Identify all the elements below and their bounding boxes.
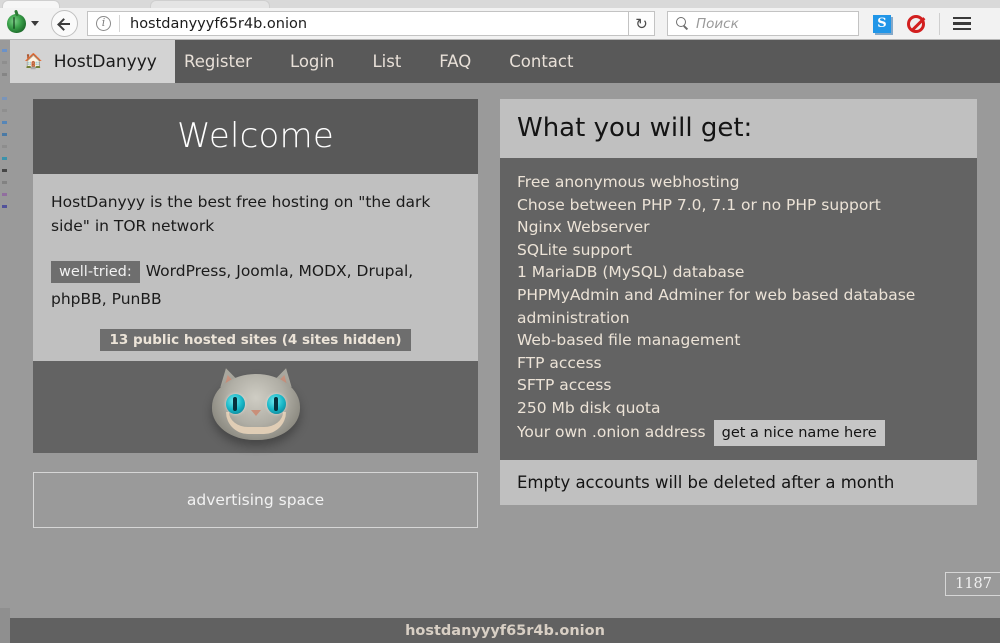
divider	[939, 13, 940, 35]
footer-edge	[0, 608, 10, 643]
nav-items: Register Login List FAQ Contact	[165, 40, 592, 83]
list-item: FTP access	[517, 352, 960, 375]
welcome-title: Welcome	[33, 99, 478, 174]
extension-icons: S	[873, 15, 925, 33]
list-item-onion-address: Your own .onion address get a nice name h…	[517, 420, 960, 447]
cheshire-cat-banner	[33, 361, 478, 453]
reload-button[interactable]: ↻	[629, 11, 655, 36]
browser-chrome: i hostdanyyyf65r4b.onion ↻ Поиск S	[0, 0, 1000, 40]
get-a-nice-name-button[interactable]: get a nice name here	[714, 420, 885, 447]
search-input[interactable]: Поиск	[696, 16, 739, 32]
url-text: hostdanyyyf65r4b.onion	[130, 16, 307, 32]
what-you-will-get-panel: What you will get: Free anonymous webhos…	[500, 99, 977, 505]
page-content: Welcome HostDanyyy is the best free host…	[10, 83, 1000, 608]
advertising-space[interactable]: advertising space	[33, 472, 478, 528]
url-bar[interactable]: i hostdanyyyf65r4b.onion	[87, 11, 629, 36]
site-footer: hostdanyyyf65r4b.onion	[10, 618, 1000, 643]
back-button[interactable]	[51, 10, 78, 37]
welcome-intro-text: HostDanyyy is the best free hosting on "…	[51, 190, 460, 238]
hamburger-menu-icon[interactable]	[953, 17, 971, 31]
status-badge[interactable]: 13 public hosted sites (4 sites hidden)	[100, 329, 410, 351]
list-item: PHPMyAdmin and Adminer for web based dat…	[517, 284, 960, 329]
brand-label: HostDanyyy	[54, 52, 157, 72]
visitor-counter-badge: 1187	[945, 572, 1000, 596]
list-item: Free anonymous webhosting	[517, 171, 960, 194]
sites-badge-wrap: 13 public hosted sites (4 sites hidden)	[51, 329, 460, 355]
list-item: SFTP access	[517, 374, 960, 397]
list-item: Chose between PHP 7.0, 7.1 or no PHP sup…	[517, 194, 960, 217]
browser-navigation-bar: i hostdanyyyf65r4b.onion ↻ Поиск S	[0, 8, 1000, 39]
nav-item-register[interactable]: Register	[165, 40, 271, 83]
page-viewport: 🏠 HostDanyyy Register Login List FAQ Con…	[0, 40, 1000, 643]
welcome-body: HostDanyyy is the best free hosting on "…	[33, 174, 478, 361]
list-item: Web-based file management	[517, 329, 960, 352]
search-icon	[676, 17, 689, 30]
home-icon: 🏠	[24, 54, 43, 69]
get-panel-body: Free anonymous webhosting Chose between …	[500, 158, 977, 460]
divider	[119, 15, 120, 32]
well-tried-label: well-tried:	[51, 261, 140, 283]
noscript-extension-icon[interactable]	[907, 15, 925, 33]
tab-strip	[0, 0, 1000, 8]
sidebar-item-hostdanyyy[interactable]: 🏠 HostDanyyy	[10, 40, 175, 83]
list-item: 250 Mb disk quota	[517, 397, 960, 420]
nav-item-contact[interactable]: Contact	[490, 40, 592, 83]
list-item: 1 MariaDB (MySQL) database	[517, 261, 960, 284]
browser-tab[interactable]	[2, 0, 60, 8]
tor-onion-menu-button[interactable]	[7, 14, 39, 33]
tor-onion-icon	[7, 14, 26, 33]
onion-address-label: Your own .onion address	[517, 423, 706, 441]
chevron-down-icon	[31, 21, 39, 26]
welcome-panel: Welcome HostDanyyy is the best free host…	[33, 99, 478, 528]
info-icon[interactable]: i	[96, 16, 111, 31]
site-navigation-bar: 🏠 HostDanyyy Register Login List FAQ Con…	[10, 40, 1000, 83]
browser-tab-active[interactable]	[150, 0, 270, 8]
nav-item-list[interactable]: List	[353, 40, 420, 83]
get-panel-title: What you will get:	[500, 99, 977, 158]
stylish-extension-icon[interactable]: S	[873, 15, 891, 33]
reload-icon: ↻	[635, 15, 648, 33]
search-bar[interactable]: Поиск	[667, 11, 859, 36]
browser-sidebar-strip[interactable]	[0, 40, 10, 643]
list-item: SQLite support	[517, 239, 960, 262]
nav-item-login[interactable]: Login	[271, 40, 354, 83]
cheshire-cat-image	[204, 368, 308, 446]
empty-accounts-note: Empty accounts will be deleted after a m…	[500, 460, 977, 505]
list-item: Nginx Webserver	[517, 216, 960, 239]
well-tried-line: well-tried:WordPress, Joomla, MODX, Drup…	[51, 258, 460, 313]
arrow-left-icon	[58, 17, 71, 30]
nav-item-faq[interactable]: FAQ	[420, 40, 490, 83]
advertising-space-label: advertising space	[187, 491, 324, 509]
features-list: Free anonymous webhosting Chose between …	[517, 171, 960, 446]
